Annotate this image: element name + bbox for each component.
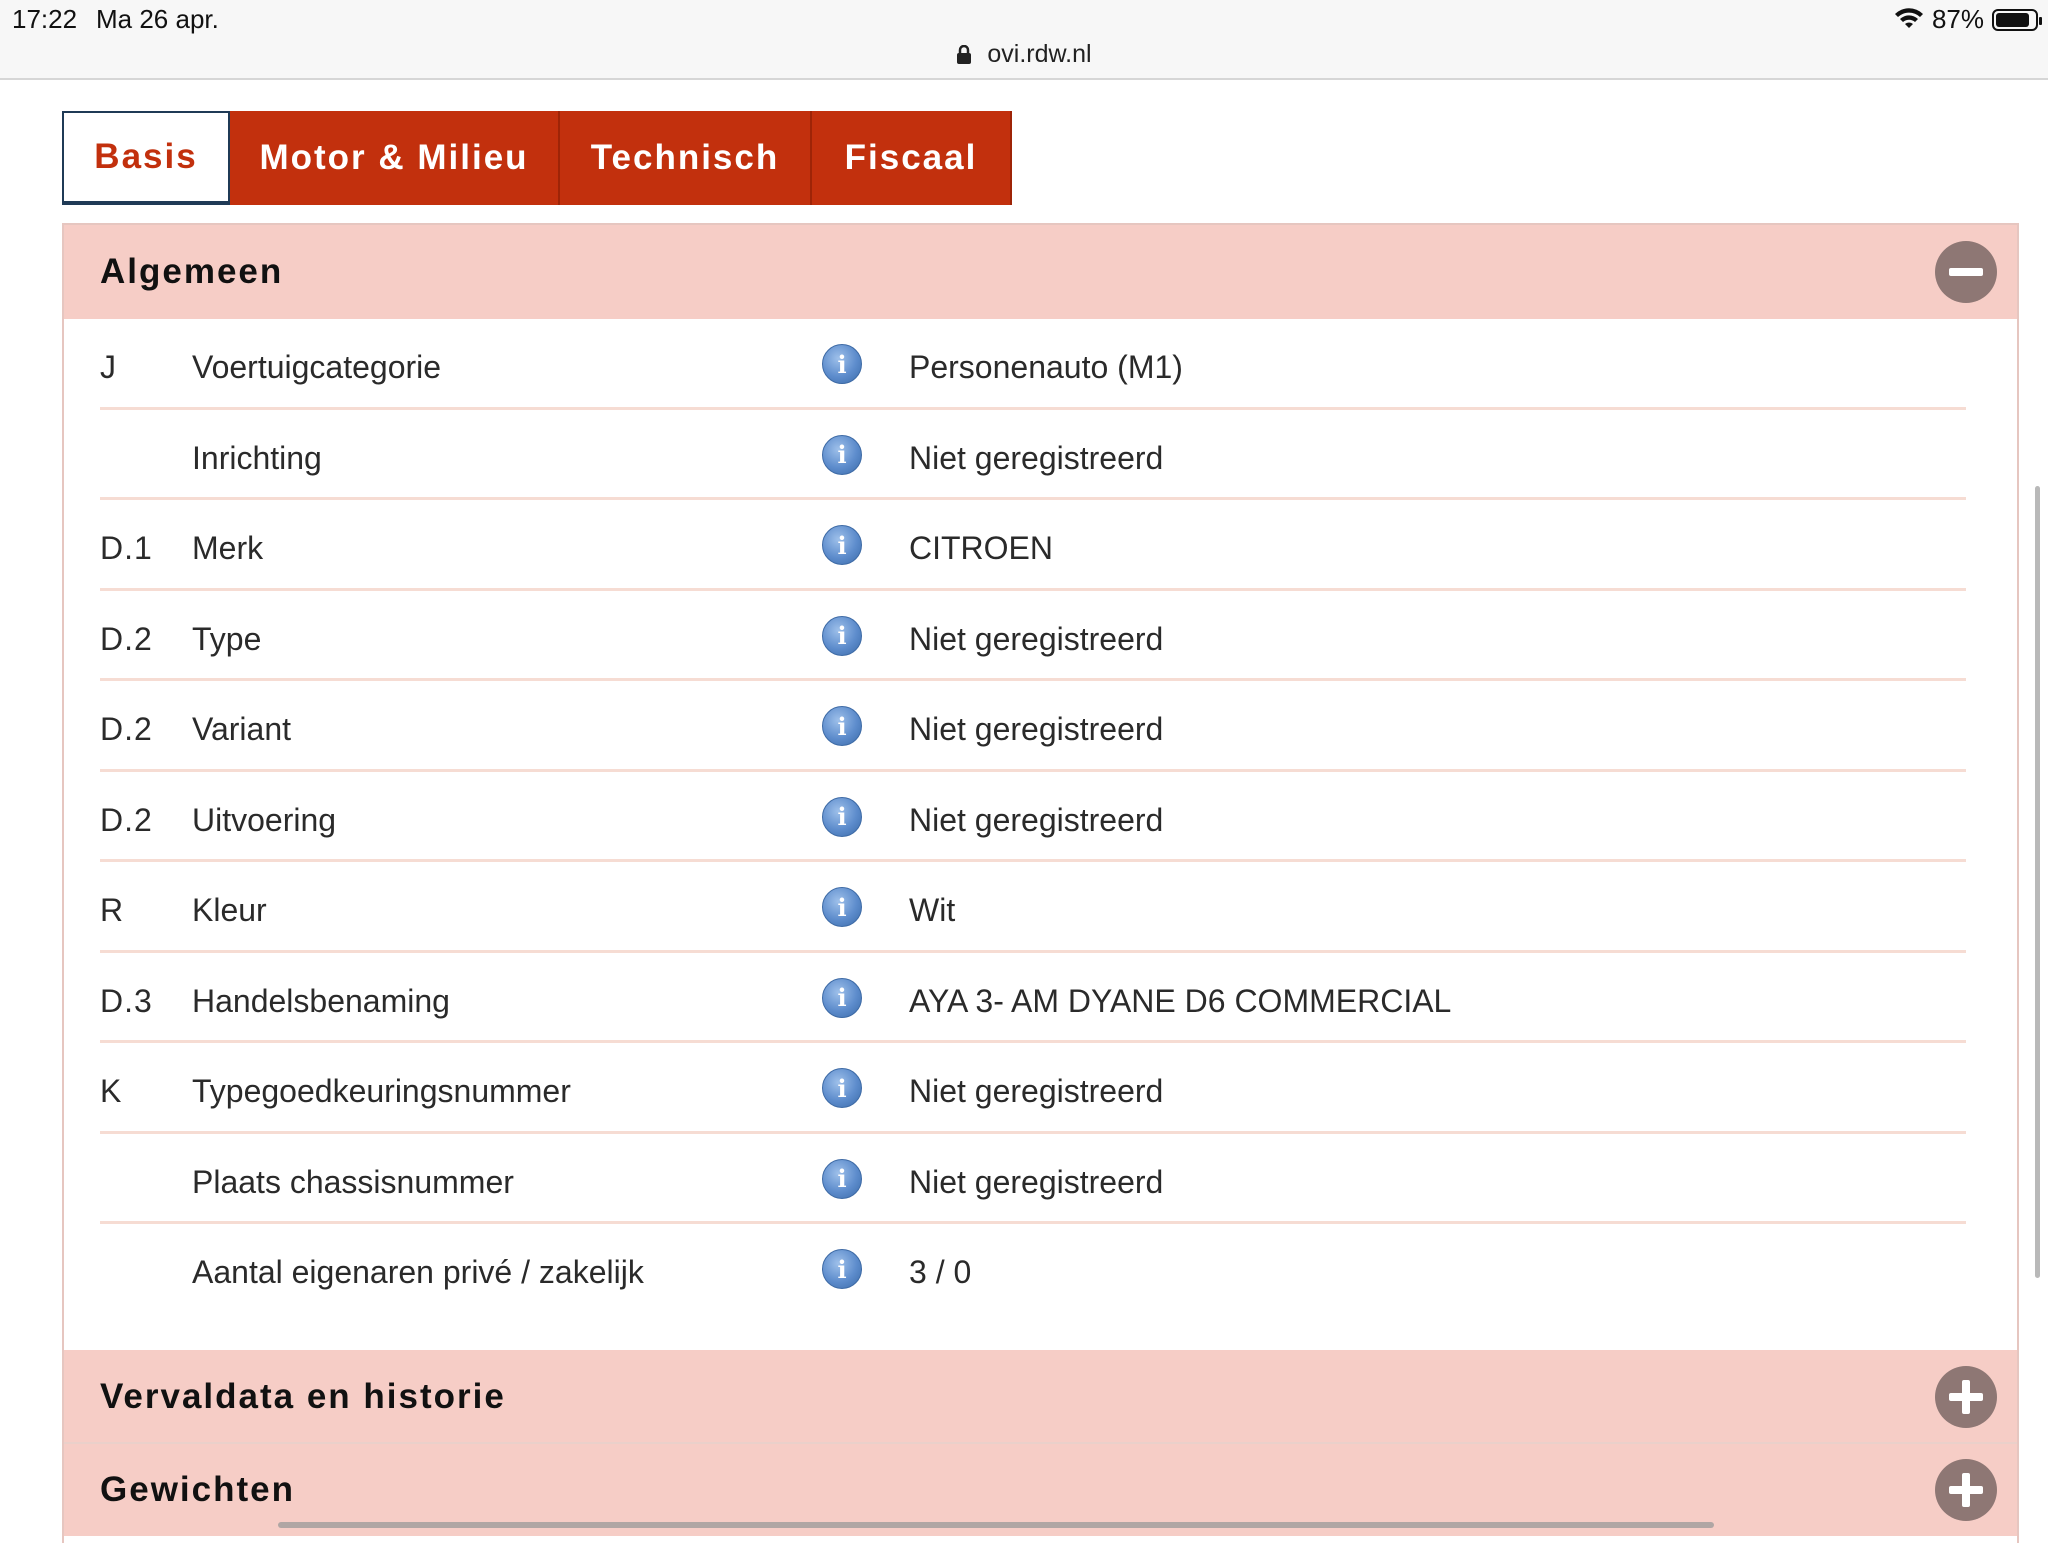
vertical-scrollbar[interactable]	[2035, 486, 2040, 1278]
row-label: Typegoedkeuringsnummer	[192, 1073, 571, 1109]
info-icon[interactable]: i	[822, 887, 862, 927]
info-icon[interactable]: i	[822, 1249, 862, 1289]
row-value: Niet geregistreerd	[909, 711, 1164, 747]
row-code: D.2	[100, 620, 153, 657]
tab-bar: Basis Motor & Milieu Technisch Fiscaal	[62, 111, 1012, 205]
row-value: Personenauto (M1)	[909, 349, 1183, 385]
row-value: CITROEN	[909, 530, 1053, 566]
row-code: D.2	[100, 801, 153, 838]
battery-percent: 87%	[1931, 4, 1984, 34]
table-row: D.1 Merk i CITROEN	[100, 500, 1966, 591]
horizontal-scrollbar[interactable]	[278, 1522, 1714, 1528]
row-code: K	[100, 1073, 123, 1109]
row-value: 3 / 0	[909, 1254, 972, 1290]
table-row: J Voertuigcategorie i Personenauto (M1)	[100, 319, 1966, 410]
battery-icon	[1992, 8, 2042, 31]
battery-level	[1996, 12, 2030, 27]
section-header-vervaldata[interactable]: Vervaldata en historie	[64, 1350, 2017, 1444]
wifi-icon	[1894, 7, 1924, 32]
row-label: Inrichting	[192, 439, 322, 476]
info-icon[interactable]: i	[822, 796, 862, 837]
info-icon[interactable]: i	[822, 344, 862, 384]
info-icon[interactable]: i	[822, 525, 862, 565]
tab-basis[interactable]: Basis	[62, 111, 230, 205]
row-value: AYA 3- AM DYANE D6 COMMERCIAL	[909, 982, 1452, 1019]
section-title-algemeen: Algemeen	[100, 252, 284, 291]
url-text: ovi.rdw.nl	[987, 40, 1092, 68]
row-label: Kleur	[192, 892, 267, 928]
section-title-vervaldata: Vervaldata en historie	[100, 1377, 506, 1416]
row-label: Type	[192, 620, 262, 657]
table-row: D.3 Handelsbenaming i AYA 3- AM DYANE D6 CO…	[100, 953, 1966, 1043]
table-row: Inrichting i Niet geregistreerd	[100, 410, 1966, 500]
row-code: J	[100, 349, 117, 385]
info-icon[interactable]: i	[822, 615, 862, 656]
algemeen-rows: J Voertuigcategorie i Personenauto (M1) Inri…	[100, 319, 1966, 1315]
row-label: Variant	[192, 711, 292, 747]
minus-circle-icon[interactable]	[1935, 241, 1997, 303]
table-row: D.2 Type i Niet geregistreerd	[100, 591, 1966, 681]
plus-circle-icon[interactable]	[1935, 1459, 1997, 1521]
tab-fiscaal[interactable]: Fiscaal	[812, 111, 1012, 205]
plus-circle-icon[interactable]	[1935, 1366, 1997, 1428]
row-label: Uitvoering	[192, 801, 337, 838]
vehicle-info-panel: Algemeen J Voertuigcategorie i Personenauto…	[62, 223, 2019, 1543]
row-value: Niet geregistreerd	[909, 1163, 1164, 1200]
info-icon[interactable]: i	[822, 706, 862, 746]
info-icon[interactable]: i	[822, 1068, 862, 1108]
table-row: D.2 Uitvoering i Niet geregistreerd	[100, 772, 1966, 862]
row-code: D.1	[100, 530, 153, 566]
row-value: Niet geregistreerd	[909, 620, 1164, 657]
row-value: Wit	[909, 892, 956, 928]
info-icon[interactable]: i	[822, 1158, 862, 1199]
row-code: R	[100, 892, 125, 928]
tab-motor-milieu[interactable]: Motor & Milieu	[230, 111, 560, 205]
row-label: Merk	[192, 530, 264, 566]
table-row: D.2 Variant i Niet geregistreerd	[100, 681, 1966, 772]
row-label: Aantal eigenaren privé / zakelijk	[192, 1254, 644, 1290]
row-value: Niet geregistreerd	[909, 1073, 1164, 1109]
table-row: R Kleur i Wit	[100, 862, 1966, 953]
lock-icon	[956, 43, 972, 72]
tab-technisch[interactable]: Technisch	[560, 111, 812, 205]
row-code: D.3	[100, 982, 153, 1019]
status-bar: 17:22 Ma 26 apr. 87% ovi.rdw.nl	[0, 0, 2048, 80]
row-label: Voertuigcategorie	[192, 349, 442, 385]
table-row: Aantal eigenaren privé / zakelijk i 3 / 0	[100, 1224, 1966, 1315]
table-row: Plaats chassisnummer i Niet geregistreerd	[100, 1134, 1966, 1224]
status-date: Ma 26 apr.	[96, 4, 219, 34]
info-icon[interactable]: i	[822, 434, 862, 475]
section-header-algemeen[interactable]: Algemeen	[64, 225, 2017, 319]
row-label: Handelsbenaming	[192, 982, 450, 1019]
row-label: Plaats chassisnummer	[192, 1163, 514, 1200]
section-title-gewichten: Gewichten	[100, 1470, 295, 1509]
status-time: 17:22	[12, 4, 78, 34]
row-code: D.2	[100, 711, 153, 747]
row-value: Niet geregistreerd	[909, 439, 1164, 476]
address-bar[interactable]: ovi.rdw.nl	[0, 40, 2048, 72]
table-row: K Typegoedkeuringsnummer i Niet geregistree…	[100, 1043, 1966, 1134]
row-value: Niet geregistreerd	[909, 801, 1164, 838]
status-indicators: 87%	[1894, 4, 2042, 35]
info-icon[interactable]: i	[822, 977, 862, 1018]
